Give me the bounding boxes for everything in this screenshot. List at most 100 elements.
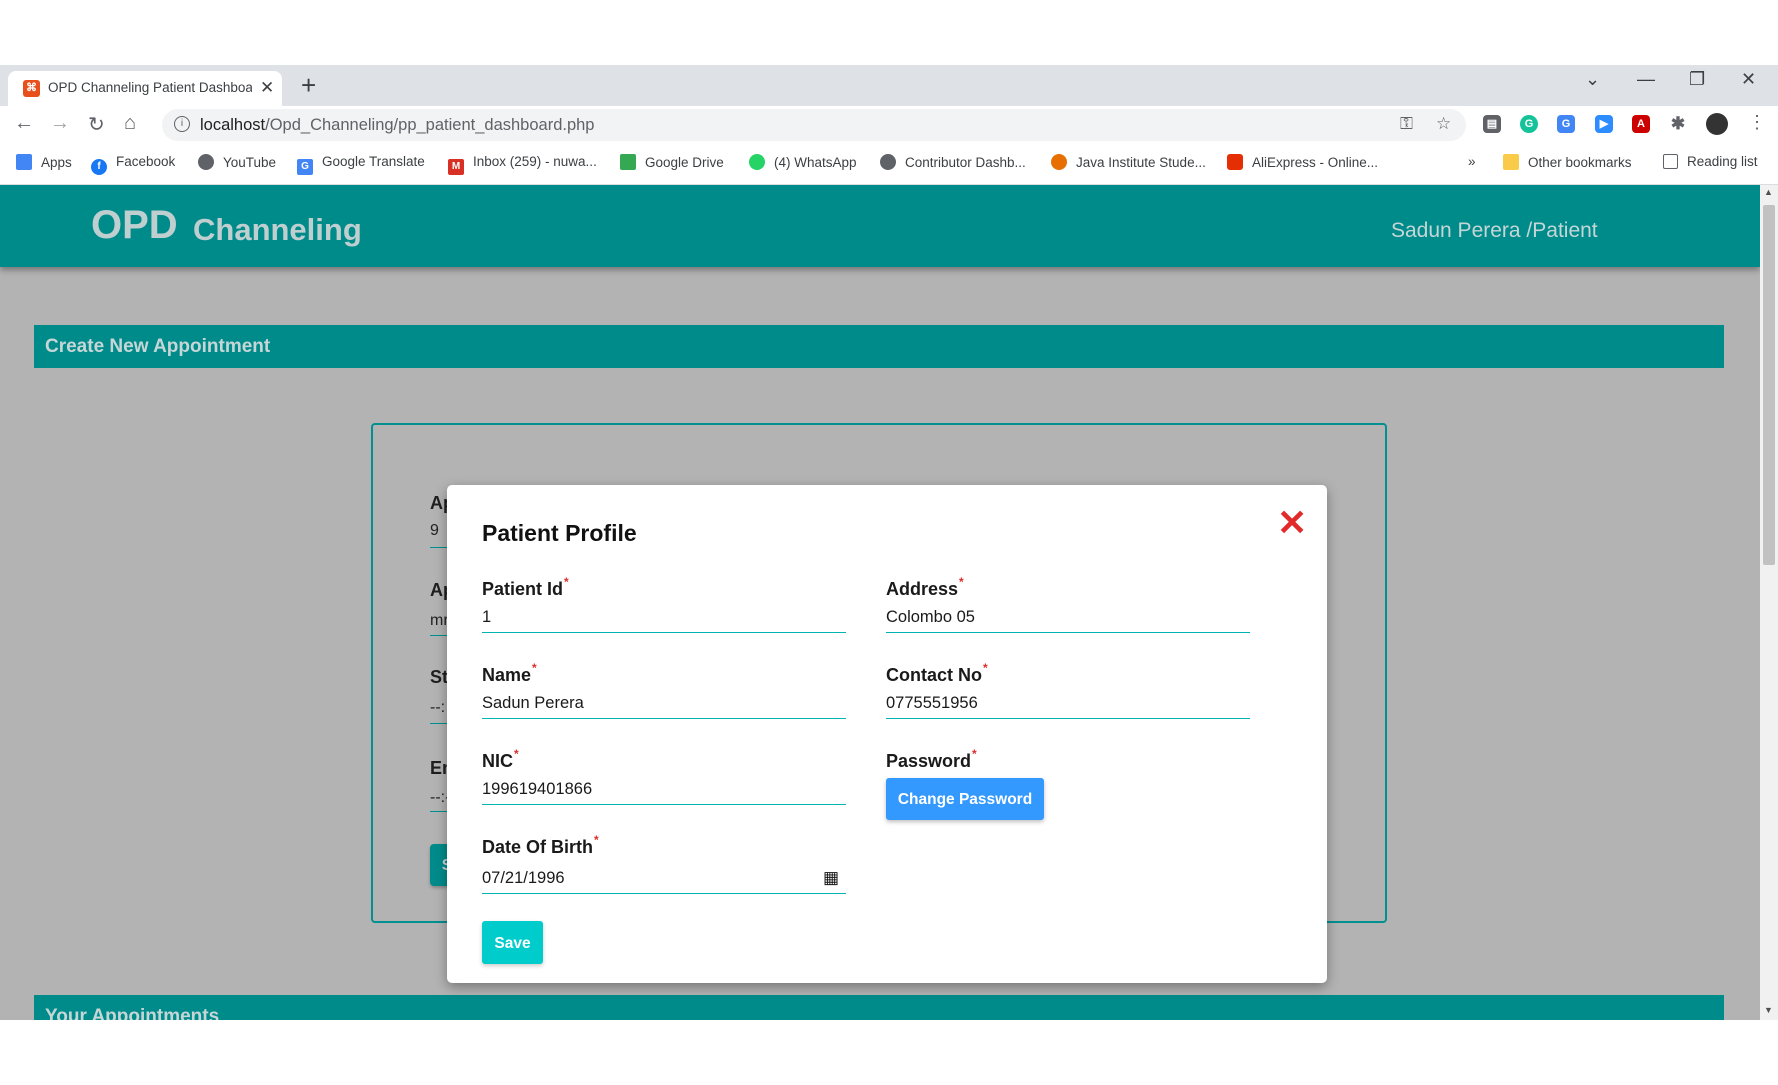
change-password-button[interactable]: Change Password [886, 778, 1044, 820]
address-field[interactable] [886, 602, 1250, 633]
brand-logo-sub: Channeling [193, 212, 362, 247]
required-mark: * [594, 833, 599, 847]
tab-close-icon[interactable]: ✕ [260, 78, 274, 98]
scroll-thumb[interactable] [1763, 205, 1775, 565]
patient-profile-modal: Patient Profile ✕ Patient Id* Name* NIC*… [447, 485, 1327, 983]
nic-field[interactable] [482, 774, 846, 805]
section-title: Create New Appointment [45, 336, 271, 357]
window-close-icon[interactable]: ✕ [1741, 69, 1756, 90]
reading-list-icon [1663, 154, 1678, 169]
required-mark: * [514, 747, 519, 761]
bookmark-java-institute[interactable]: Java Institute Stude... [1051, 154, 1206, 170]
apps-grid-icon [16, 154, 32, 170]
calendar-icon[interactable]: ▦ [823, 868, 839, 888]
label-text: NIC [482, 751, 513, 771]
bookmark-gmail[interactable]: M Inbox (259) - nuwa... [448, 154, 597, 175]
page-viewport: OPD Channeling Sadun Perera /Patient Cre… [0, 185, 1760, 1020]
modal-title: Patient Profile [482, 520, 637, 546]
form-field-label: St [430, 667, 448, 687]
bottom-blank-area [0, 1020, 1778, 1085]
bookmark-label: AliExpress - Online... [1252, 155, 1379, 170]
facebook-icon: f [91, 159, 107, 175]
globe-icon [880, 154, 896, 170]
browser-tab-bar: ⌘ OPD Channeling Patient Dashboard ✕ + ⌄… [0, 65, 1778, 106]
bookmark-label: Inbox (259) - nuwa... [473, 154, 597, 169]
bookmark-label: Apps [41, 155, 72, 170]
zoom-extension-icon[interactable]: ▶ [1595, 115, 1613, 133]
create-appointment-header: Create New Appointment [34, 325, 1724, 368]
extensions-puzzle-icon[interactable]: ✱ [1669, 115, 1687, 133]
save-button[interactable]: Save [482, 921, 543, 964]
address-label: Address* [886, 575, 964, 600]
site-info-icon[interactable]: i [174, 116, 190, 132]
close-x-icon[interactable]: ✕ [1277, 505, 1307, 541]
bookmark-other[interactable]: Other bookmarks [1503, 154, 1632, 170]
dob-field[interactable] [482, 863, 846, 894]
minimize-icon[interactable]: — [1637, 69, 1655, 90]
reader-mode-icon[interactable]: ▤ [1483, 115, 1501, 133]
browser-toolbar: ← → ↻ ⌂ i localhost/Opd_Channeling/pp_pa… [0, 106, 1778, 144]
menu-kebab-icon[interactable]: ⋮ [1748, 112, 1766, 133]
forward-arrow-icon[interactable]: → [50, 112, 70, 135]
label-text: Name [482, 665, 532, 685]
bookmark-aliexpress[interactable]: AliExpress - Online... [1227, 154, 1378, 170]
xampp-favicon-icon: ⌘ [23, 80, 40, 97]
bookmarks-bar: Apps f Facebook YouTube G Google Translate… [0, 144, 1778, 185]
whatsapp-icon [749, 154, 765, 170]
bookmark-label: Google Translate [322, 154, 425, 169]
scroll-up-icon[interactable]: ▲ [1764, 187, 1773, 197]
pdf-extension-icon[interactable]: A [1632, 115, 1650, 133]
key-icon[interactable]: ⚿ [1400, 114, 1413, 134]
browser-tab[interactable]: ⌘ OPD Channeling Patient Dashboard ✕ [8, 71, 282, 106]
bookmark-google-translate[interactable]: G Google Translate [297, 154, 425, 175]
label-text: Password [886, 751, 972, 771]
bookmark-whatsapp[interactable]: (4) WhatsApp [749, 154, 857, 170]
page-scrollbar[interactable]: ▲ ▼ [1760, 185, 1778, 1020]
bookmark-label: Contributor Dashb... [905, 155, 1026, 170]
bookmark-facebook[interactable]: f Facebook [91, 154, 175, 175]
grammarly-icon[interactable]: G [1520, 115, 1538, 133]
home-icon[interactable]: ⌂ [124, 112, 136, 135]
tab-search-chevron-icon[interactable]: ⌄ [1585, 69, 1600, 90]
patient-id-field[interactable] [482, 602, 846, 633]
drive-icon [620, 154, 636, 170]
user-role-label: Sadun Perera /Patient [1391, 219, 1598, 242]
translate-icon: G [297, 159, 313, 175]
required-mark: * [564, 575, 569, 589]
address-bar[interactable]: i localhost/Opd_Channeling/pp_patient_da… [162, 109, 1466, 141]
bookmark-google-drive[interactable]: Google Drive [620, 154, 724, 170]
required-mark: * [532, 661, 537, 675]
tab-title: OPD Channeling Patient Dashboard [48, 80, 252, 95]
bookmark-label: Other bookmarks [1528, 155, 1632, 170]
contact-field[interactable] [886, 688, 1250, 719]
restore-icon[interactable]: ❐ [1689, 69, 1705, 90]
bookmark-contributor[interactable]: Contributor Dashb... [880, 154, 1026, 170]
start-time-input[interactable]: --: [430, 699, 445, 717]
required-mark: * [959, 575, 964, 589]
bookmark-label: Java Institute Stude... [1076, 155, 1206, 170]
more-bookmarks-icon[interactable]: » [1468, 154, 1476, 169]
bookmark-star-icon[interactable]: ☆ [1436, 114, 1451, 134]
name-field[interactable] [482, 688, 846, 719]
folder-icon [1503, 154, 1519, 170]
scroll-down-icon[interactable]: ▼ [1764, 1005, 1773, 1015]
new-tab-icon[interactable]: + [301, 71, 316, 99]
label-text: Address [886, 579, 959, 599]
form-field-value[interactable]: mr [430, 612, 449, 630]
your-appointments-header: Your Appointments [34, 995, 1724, 1020]
password-label: Password* [886, 747, 977, 772]
profile-avatar[interactable] [1706, 113, 1728, 135]
form-field-value[interactable]: 9 [430, 522, 439, 540]
bookmark-youtube[interactable]: YouTube [198, 154, 276, 170]
java-icon [1051, 154, 1067, 170]
reading-list[interactable]: Reading list [1663, 154, 1758, 169]
reload-icon[interactable]: ↻ [88, 112, 105, 137]
bookmark-apps[interactable]: Apps [16, 154, 72, 170]
label-text: Contact No [886, 665, 982, 685]
section-title: Your Appointments [45, 1006, 220, 1020]
url-text[interactable]: localhost/Opd_Channeling/pp_patient_dash… [200, 116, 594, 135]
app-header: OPD Channeling Sadun Perera /Patient [0, 185, 1760, 267]
translate-extension-icon[interactable]: G [1557, 115, 1575, 133]
required-mark: * [972, 747, 977, 761]
back-arrow-icon[interactable]: ← [14, 112, 34, 135]
